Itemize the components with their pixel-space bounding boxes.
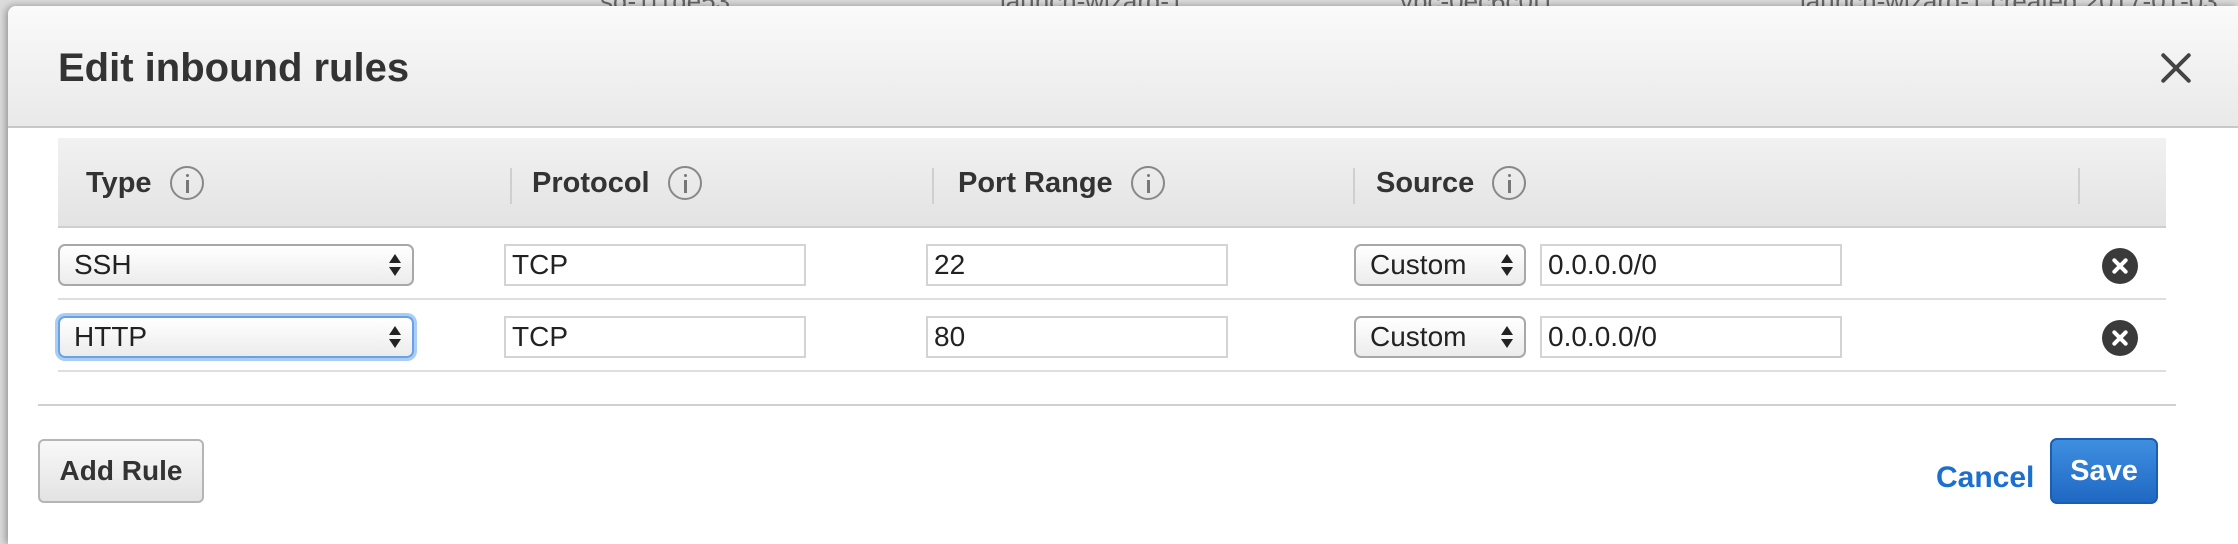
type-select[interactable]: HTTP xyxy=(58,316,414,358)
info-icon[interactable] xyxy=(1130,166,1165,200)
remove-circle-icon[interactable] xyxy=(2102,320,2138,356)
column-header-protocol: Protocol xyxy=(532,138,702,228)
column-header-label: Type xyxy=(86,166,152,199)
source-mode-select[interactable]: Custom xyxy=(1354,244,1526,286)
protocol-field[interactable]: TCP xyxy=(504,316,806,358)
close-icon[interactable] xyxy=(2156,48,2196,88)
column-header-port-range: Port Range xyxy=(958,138,1165,228)
remove-circle-icon[interactable] xyxy=(2102,248,2138,284)
info-icon[interactable] xyxy=(169,166,204,200)
source-cidr-field[interactable]: 0.0.0.0/0 xyxy=(1540,316,1842,358)
select-arrows-icon xyxy=(388,323,402,353)
port-range-value: 80 xyxy=(934,321,966,352)
protocol-value: TCP xyxy=(512,321,568,352)
dialog-title: Edit inbound rules xyxy=(58,46,410,90)
type-select-value: HTTP xyxy=(74,321,148,352)
source-mode-select[interactable]: Custom xyxy=(1354,316,1526,358)
info-icon[interactable] xyxy=(667,166,702,200)
source-mode-value: Custom xyxy=(1370,321,1467,352)
source-mode-value: Custom xyxy=(1370,249,1467,280)
info-icon[interactable] xyxy=(1492,166,1527,200)
port-range-value: 22 xyxy=(934,249,966,280)
rules-table-header: Type Protocol Port Range Source xyxy=(58,138,2166,228)
type-select-value: SSH xyxy=(74,249,132,280)
table-row: HTTP TCP 80 Custom 0.0.0.0/0 xyxy=(58,300,2166,372)
select-arrows-icon xyxy=(1500,251,1514,281)
port-range-field[interactable]: 80 xyxy=(926,316,1228,358)
column-header-source: Source xyxy=(1376,138,1527,228)
source-cidr-field[interactable]: 0.0.0.0/0 xyxy=(1540,244,1842,286)
table-row: SSH TCP 22 Custom 0.0.0.0/0 xyxy=(58,228,2166,300)
column-header-label: Source xyxy=(1376,166,1475,199)
dialog-header: Edit inbound rules xyxy=(8,6,2238,128)
column-separator xyxy=(510,168,512,204)
cancel-button[interactable]: Cancel xyxy=(1936,461,2034,495)
column-header-label: Port Range xyxy=(958,166,1113,199)
column-separator xyxy=(2078,168,2080,204)
select-arrows-icon xyxy=(1500,323,1514,353)
protocol-value: TCP xyxy=(512,249,568,280)
save-button[interactable]: Save xyxy=(2050,438,2158,504)
column-separator xyxy=(932,168,934,204)
port-range-field[interactable]: 22 xyxy=(926,244,1228,286)
column-header-type: Type xyxy=(86,138,204,228)
source-cidr-value: 0.0.0.0/0 xyxy=(1548,321,1657,352)
source-cidr-value: 0.0.0.0/0 xyxy=(1548,249,1657,280)
column-separator xyxy=(1353,168,1355,204)
column-header-label: Protocol xyxy=(532,166,650,199)
footer-divider xyxy=(38,404,2176,406)
add-rule-button[interactable]: Add Rule xyxy=(38,439,204,503)
select-arrows-icon xyxy=(388,251,402,281)
protocol-field[interactable]: TCP xyxy=(504,244,806,286)
edit-inbound-rules-dialog: Edit inbound rules Type Protocol Port Ra… xyxy=(8,6,2238,544)
type-select[interactable]: SSH xyxy=(58,244,414,286)
